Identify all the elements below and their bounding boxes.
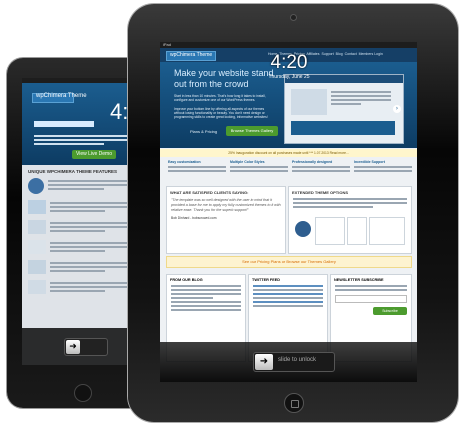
camera-icon xyxy=(290,14,297,21)
list-item xyxy=(28,280,141,294)
unlock-slider-track[interactable]: ➜ slide to unlock xyxy=(253,352,335,372)
list-item xyxy=(28,200,141,214)
list-item xyxy=(28,220,141,234)
arrow-right-icon[interactable]: ➜ xyxy=(66,340,80,354)
home-square-icon xyxy=(291,400,299,408)
plans-pricing-link[interactable]: Plans & Pricing xyxy=(190,129,217,134)
back-slider-track[interactable]: ➜ xyxy=(64,338,108,356)
list-item xyxy=(28,178,141,194)
testimonial-author: Bob Dinhard - bobscrowrd.com xyxy=(171,216,217,220)
hero-preview-image xyxy=(284,74,404,144)
back-features-title: UNIQUE WPCHIMERA THEME FEATURES xyxy=(28,169,118,174)
carrier-label: iPad xyxy=(163,42,172,47)
hero-body-2: Improve your bottom line by offering all… xyxy=(174,107,268,119)
nav-item-contact[interactable]: Contact xyxy=(345,52,357,56)
extended-options-panel: EXTENDED THEME OPTIONS xyxy=(288,186,412,254)
unlock-bar: ➜ slide to unlock xyxy=(160,342,417,382)
arrow-right-icon[interactable]: ➜ xyxy=(255,354,273,370)
features-row: Easy customization Multiple Color Styles… xyxy=(168,160,412,182)
option-thumbnail xyxy=(369,217,405,245)
nav-item-blog[interactable]: Blog xyxy=(336,52,343,56)
nav-item-members-login[interactable]: Members Login xyxy=(359,52,383,56)
feature-incredible-support: Incredible Support xyxy=(354,160,412,182)
blog-title: FROM OUR BLOG xyxy=(170,278,203,282)
list-item xyxy=(28,240,141,254)
carousel-next-icon[interactable]: › xyxy=(393,105,401,113)
lock-screen-time: 4:20 xyxy=(270,52,308,73)
hero-title-line-2: out from the crowd xyxy=(174,79,249,89)
subscribe-button[interactable]: Subscribe xyxy=(373,307,407,315)
home-button[interactable] xyxy=(284,393,304,413)
option-thumbnail xyxy=(347,217,367,245)
back-feature-list xyxy=(28,178,141,300)
view-live-demo-button[interactable]: View Live Demo xyxy=(72,150,116,159)
feature-professionally-designed: Professionally designed xyxy=(292,160,350,182)
list-item xyxy=(28,260,141,274)
site-name: wpChimera Theme xyxy=(170,52,213,58)
feature-easy-customization: Easy customization xyxy=(168,160,226,182)
newsletter-title: NEWSLETTER SUBSCRIBE xyxy=(334,278,384,282)
hero-body: Start in less than 10 minutes. That's ho… xyxy=(174,94,266,102)
back-site-name: wpChimera Theme xyxy=(36,93,87,99)
newsletter-email-field[interactable] xyxy=(335,295,407,303)
testimonial-quote: "The template was so well designed with … xyxy=(171,198,281,212)
wordpress-logo-icon xyxy=(295,221,311,237)
testimonials-title: WHAT ARE SATISFIED CLIENTS SAYING: xyxy=(170,190,249,195)
back-home-button[interactable] xyxy=(74,384,92,402)
twitter-title: TWITTER FEED xyxy=(252,278,281,282)
option-thumbnail xyxy=(315,217,345,245)
back-hero-title xyxy=(34,121,94,127)
feature-multiple-color-styles: Multiple Color Styles xyxy=(230,160,288,182)
front-ipad-screen: iPad wpChimera Theme Home Themes Pricing… xyxy=(160,42,417,382)
lock-screen-date: Thursday, June 25 xyxy=(268,74,310,80)
nav-item-support[interactable]: Support xyxy=(321,52,333,56)
pricing-gallery-cta[interactable]: See our Pricing Plans or Browse our Them… xyxy=(166,256,412,268)
promo-bar[interactable]: 25% Inauguration discount on all purchas… xyxy=(160,149,417,157)
extended-options-title: EXTENDED THEME OPTIONS xyxy=(292,190,349,195)
slide-to-unlock-label: slide to unlock xyxy=(278,357,317,363)
testimonials-panel: WHAT ARE SATISFIED CLIENTS SAYING: "The … xyxy=(166,186,286,254)
browse-themes-gallery-button[interactable]: Browse Themes Gallery xyxy=(226,126,278,136)
